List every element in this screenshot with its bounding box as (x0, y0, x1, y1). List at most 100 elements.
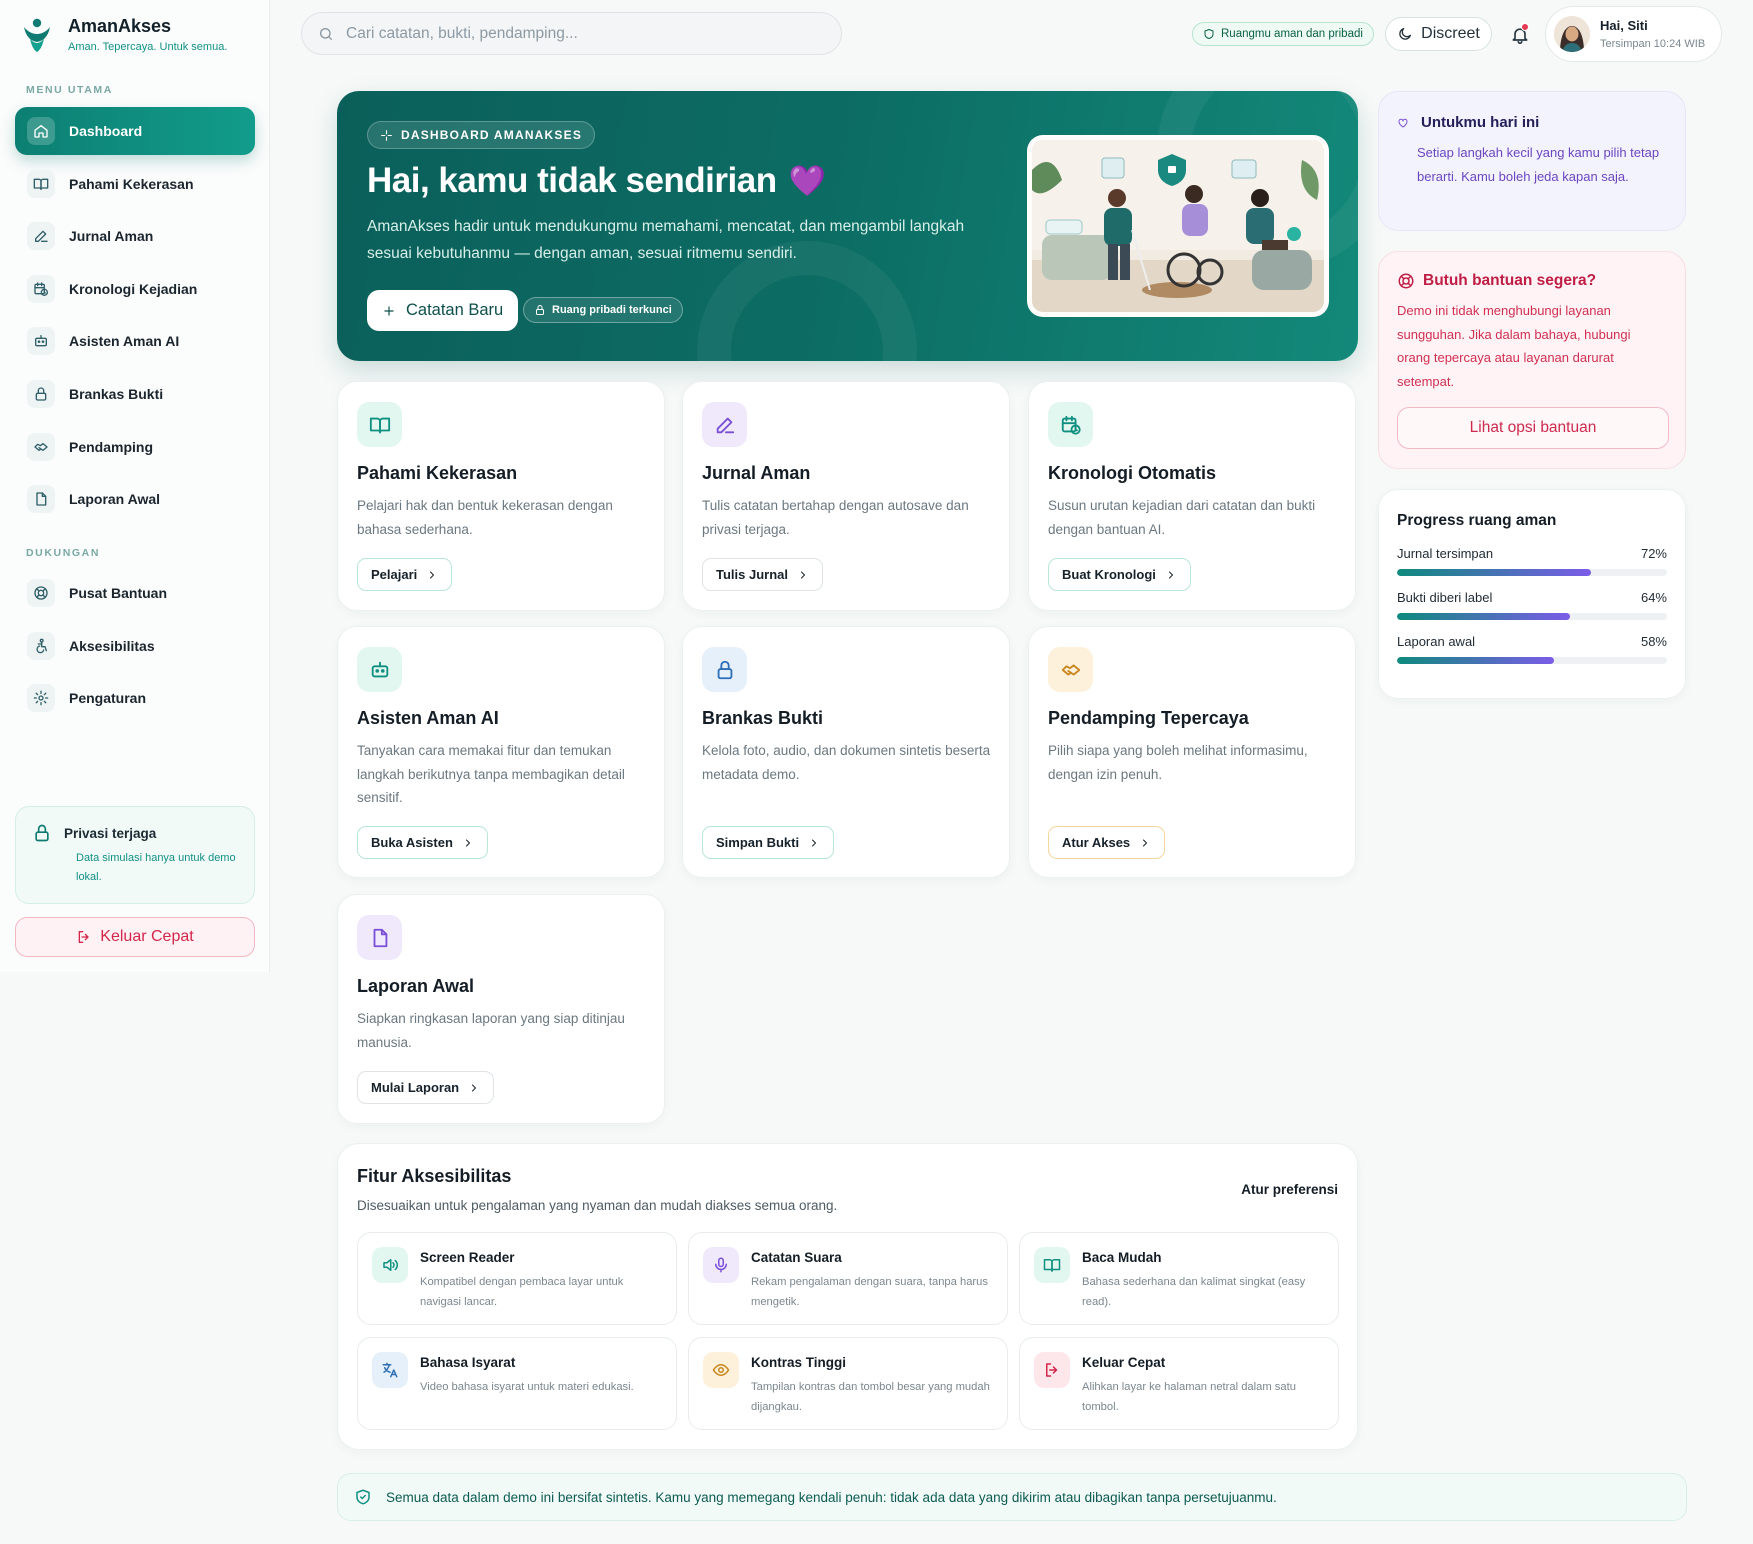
sidebar-item-label: Laporan Awal (69, 491, 161, 508)
accessibility-section: Fitur Aksesibilitas Disesuaikan untuk pe… (337, 1143, 1358, 1450)
feature-easy-read[interactable]: Baca Mudah Bahasa sederhana dan kalimat … (1019, 1232, 1339, 1325)
notification-dot (1521, 23, 1529, 31)
card-title: Jurnal Aman (702, 463, 811, 483)
progress-label: Bukti diberi label (1397, 590, 1493, 605)
feature-title: Kontras Tinggi (751, 1355, 847, 1370)
sidebar-item-kronologi-kejadian[interactable]: Kronologi Kejadian (15, 265, 255, 313)
hero-description: AmanAkses hadir untuk mendukungmu memaha… (367, 218, 965, 262)
hero-title-text: Hai, kamu tidak sendirian (367, 161, 777, 200)
save-evidence-button[interactable]: Simpan Bukti (702, 826, 835, 859)
pencil-icon (27, 222, 55, 251)
card-button-label: Pelajari (371, 567, 418, 582)
card-description: Tanyakan cara memakai fitur dan temukan … (357, 743, 625, 805)
exit-icon (1034, 1352, 1070, 1388)
preferences-link[interactable]: Atur preferensi (1241, 1182, 1338, 1197)
sidebar-item-label: Aksesibilitas (69, 637, 155, 654)
sidebar-item-asisten-aman-ai[interactable]: Asisten Aman AI (15, 317, 255, 365)
card-button-label: Atur Akses (1062, 835, 1131, 850)
sidebar-item-brankas-bukti[interactable]: Brankas Bukti (15, 370, 255, 418)
card-description: Pelajari hak dan bentuk kekerasan dengan… (357, 498, 613, 537)
feature-title: Catatan Suara (751, 1250, 842, 1265)
chevron-right-icon (1165, 569, 1177, 581)
sidebar-item-pusat-bantuan[interactable]: Pusat Bantuan (15, 569, 255, 617)
sidebar-item-laporan-awal[interactable]: Laporan Awal (15, 475, 255, 523)
sidebar-item-aksesibilitas[interactable]: Aksesibilitas (15, 622, 255, 670)
card-title: Asisten Aman AI (357, 708, 499, 728)
card-laporan-awal: Laporan Awal Siapkan ringkasan laporan y… (337, 894, 665, 1124)
pencil-icon (702, 402, 747, 447)
feature-quick-exit[interactable]: Keluar Cepat Alihkan layar ke halaman ne… (1019, 1337, 1339, 1430)
help-description: Demo ini tidak menghubungi layanan sungg… (1397, 303, 1631, 389)
progress-row: Laporan awal 58% (1397, 634, 1667, 664)
hero-badge: DASHBOARD AMANAKSES (367, 121, 596, 149)
feature-high-contrast[interactable]: Kontras Tinggi Tampilan kontras dan tomb… (688, 1337, 1008, 1430)
today-description: Setiap langkah kecil yang kamu pilih tet… (1417, 145, 1660, 184)
brand-name: AmanAkses (68, 16, 172, 36)
feature-screen-reader[interactable]: Screen Reader Kompatibel dengan pembaca … (357, 1232, 677, 1325)
feature-title: Screen Reader (420, 1250, 515, 1265)
feature-description: Bahasa sederhana dan kalimat singkat (ea… (1082, 1276, 1306, 1308)
document-icon (357, 915, 402, 960)
card-description: Kelola foto, audio, dan dokumen sintetis… (702, 743, 991, 782)
quick-exit-button[interactable]: Keluar Cepat (15, 917, 255, 957)
card-description: Tulis catatan bertahap dengan autosave d… (702, 498, 969, 537)
calendar-clock-icon (27, 274, 55, 303)
document-icon (27, 485, 55, 514)
user-menu[interactable]: Hai, Siti Tersimpan 10:24 WIB (1545, 6, 1722, 62)
progress-value: 72% (1640, 546, 1667, 561)
brand-logo-icon (24, 18, 50, 52)
discreet-label: Discreet (1421, 25, 1480, 42)
manage-access-button[interactable]: Atur Akses (1048, 826, 1166, 859)
translate-icon (372, 1352, 408, 1388)
shield-check-icon (354, 1488, 372, 1506)
search-bar[interactable] (301, 12, 842, 55)
open-assistant-button[interactable]: Buka Asisten (357, 826, 488, 859)
new-note-button[interactable]: Catatan Baru (367, 290, 519, 331)
progress-value: 58% (1640, 634, 1667, 649)
hero-illustration (1027, 135, 1329, 317)
privacy-description: Data simulasi hanya untuk demo lokal. (76, 852, 236, 883)
user-greeting: Hai, Siti (1600, 18, 1648, 33)
discreet-toggle[interactable]: Discreet (1385, 17, 1492, 51)
chevron-right-icon (468, 1082, 480, 1094)
card-brankas-bukti: Brankas Bukti Kelola foto, audio, dan do… (682, 626, 1010, 878)
accessibility-subtitle: Disesuaikan untuk pengalaman yang nyaman… (357, 1198, 838, 1213)
accessibility-title: Fitur Aksesibilitas (357, 1166, 512, 1186)
card-kronologi-otomatis: Kronologi Otomatis Susun urutan kejadian… (1028, 381, 1356, 611)
start-report-button[interactable]: Mulai Laporan (357, 1071, 495, 1104)
sidebar-item-jurnal-aman[interactable]: Jurnal Aman (15, 212, 255, 260)
sidebar-item-label: Pahami Kekerasan (69, 175, 194, 192)
feature-voice-notes[interactable]: Catatan Suara Rekam pengalaman dengan su… (688, 1232, 1008, 1325)
chevron-right-icon (426, 569, 438, 581)
card-title: Pahami Kekerasan (357, 463, 518, 483)
notification-button[interactable] (1505, 20, 1535, 50)
sidebar-item-pengaturan[interactable]: Pengaturan (15, 674, 255, 722)
lock-icon (32, 823, 52, 843)
avatar (1554, 16, 1590, 52)
sidebar-item-pahami-kekerasan[interactable]: Pahami Kekerasan (15, 160, 255, 208)
privacy-title: Privasi terjaga (64, 825, 157, 841)
card-description: Siapkan ringkasan laporan yang siap diti… (357, 1011, 625, 1050)
handshake-icon (1048, 647, 1093, 692)
private-room-label: Ruang pribadi terkunci (552, 304, 672, 316)
feature-sign-language[interactable]: Bahasa Isyarat Video bahasa isyarat untu… (357, 1337, 677, 1430)
progress-value: 64% (1640, 590, 1667, 605)
brand[interactable]: AmanAkses Aman. Tepercaya. Untuk semua. (20, 16, 227, 53)
help-options-button[interactable]: Lihat opsi bantuan (1397, 407, 1669, 449)
eye-icon (703, 1352, 739, 1388)
learn-button[interactable]: Pelajari (357, 558, 453, 591)
chevron-right-icon (797, 569, 809, 581)
progress-track (1397, 613, 1667, 620)
card-button-label: Buka Asisten (371, 835, 453, 850)
accessibility-icon (27, 631, 55, 660)
write-journal-button[interactable]: Tulis Jurnal (702, 558, 823, 591)
menu-section-label: MENU UTAMA (26, 84, 113, 96)
sidebar-item-pendamping[interactable]: Pendamping (15, 423, 255, 471)
speaker-icon (372, 1247, 408, 1283)
saved-timestamp: Tersimpan 10:24 WIB (1600, 38, 1706, 50)
feature-title: Baca Mudah (1082, 1250, 1162, 1265)
sidebar-item-dashboard[interactable]: Dashboard (15, 107, 255, 155)
progress-title: Progress ruang aman (1397, 512, 1557, 529)
search-input[interactable] (346, 24, 806, 43)
create-timeline-button[interactable]: Buat Kronologi (1048, 558, 1191, 591)
